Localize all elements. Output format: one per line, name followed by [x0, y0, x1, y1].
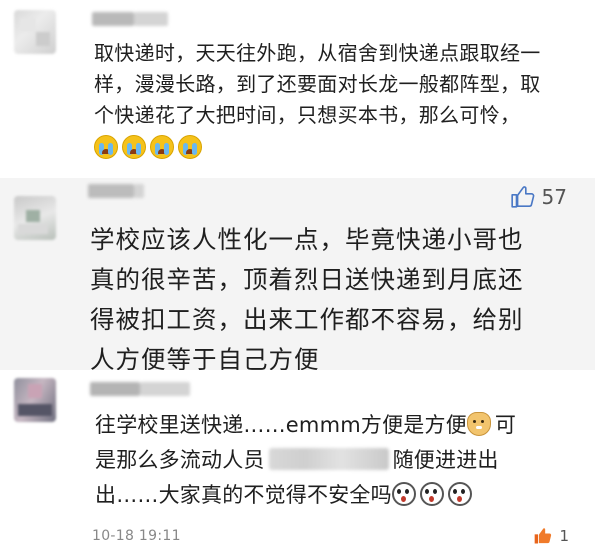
- crying-face-icon: [94, 135, 118, 159]
- crying-face-icon: [150, 135, 174, 159]
- comment-3: 往学校里送快递……emmm方便是方便可 是那么多流动人员 随便进进出 出……大家真…: [0, 370, 595, 560]
- like-count: 1: [559, 527, 569, 545]
- redacted-text: [268, 448, 389, 470]
- comment-text: 往学校里送快递……emmm方便是方便可 是那么多流动人员 随便进进出 出……大家真…: [95, 408, 573, 513]
- doge-face-icon: [466, 412, 491, 436]
- comment-line: 个快递花了大把时间，只想买本书，那么可怜，: [94, 103, 521, 127]
- username-blurred[interactable]: [92, 12, 168, 26]
- crying-face-icon: [122, 135, 146, 159]
- comment-line: 得被扣工资，出来工作都不容易，给别: [90, 305, 524, 334]
- avatar[interactable]: [14, 196, 56, 240]
- crying-face-icon: [178, 135, 202, 159]
- thumbs-up-icon: [535, 528, 552, 544]
- comment-line: 出……大家真的不觉得不安全吗: [95, 478, 573, 513]
- emoji-row: [94, 133, 578, 164]
- avatar[interactable]: [14, 10, 56, 54]
- comment-line: 取快递时，天天往外跑，从宿舍到快递点跟取经一: [94, 41, 541, 65]
- like-button[interactable]: 1: [533, 526, 569, 546]
- avatar[interactable]: [14, 378, 56, 422]
- comment-text: 学校应该人性化一点，毕竟快递小哥也 真的很辛苦，顶着烈日送快递到月底还 得被扣工…: [90, 220, 570, 380]
- like-count: 57: [541, 185, 567, 209]
- comment-line: 真的很辛苦，顶着烈日送快递到月底还: [90, 265, 524, 294]
- comment-line: 是那么多流动人员 随便进进出: [95, 448, 499, 472]
- screaming-face-icon: [447, 482, 472, 506]
- timestamp: 10-18 19:11: [92, 528, 181, 544]
- screaming-face-icon: [419, 482, 444, 506]
- comment-line: 往学校里送快递……emmm方便是方便可: [95, 412, 517, 437]
- like-button[interactable]: 57: [510, 184, 567, 210]
- username-blurred[interactable]: [90, 382, 190, 396]
- comment-2: 57 学校应该人性化一点，毕竟快递小哥也 真的很辛苦，顶着烈日送快递到月底还 得…: [0, 178, 595, 374]
- comment-line: 学校应该人性化一点，毕竟快递小哥也: [90, 225, 524, 254]
- comment-1: 取快递时，天天往外跑，从宿舍到快递点跟取经一 样，漫漫长路，到了还要面对长龙一般…: [0, 0, 595, 178]
- username-blurred[interactable]: [88, 184, 144, 198]
- comment-line: 样，漫漫长路，到了还要面对长龙一般都阵型，取: [94, 72, 541, 96]
- screaming-face-icon: [391, 482, 416, 506]
- thumbs-up-icon: [510, 186, 534, 208]
- comment-text: 取快递时，天天往外跑，从宿舍到快递点跟取经一 样，漫漫长路，到了还要面对长龙一般…: [94, 38, 578, 164]
